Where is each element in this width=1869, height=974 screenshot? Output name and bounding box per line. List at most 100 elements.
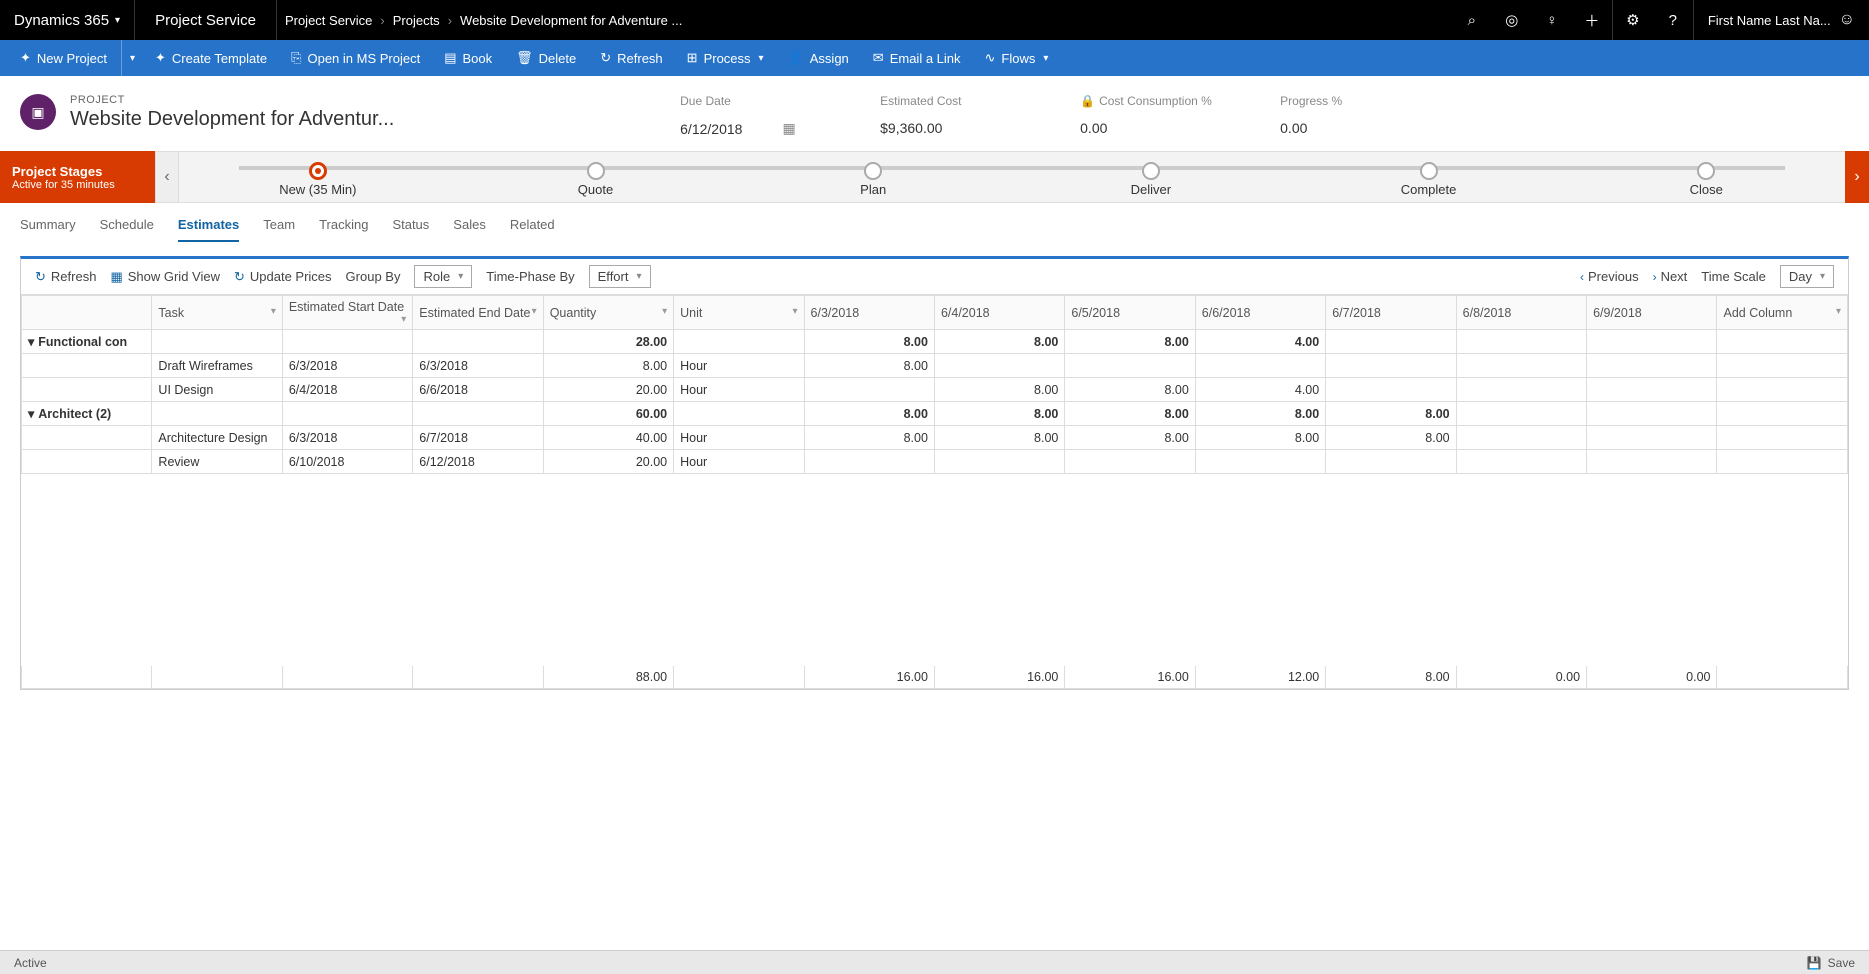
cell-day[interactable] xyxy=(1456,450,1586,474)
stage-complete[interactable]: Complete xyxy=(1290,158,1568,197)
cell-quantity[interactable]: 40.00 xyxy=(543,426,673,450)
create-template-button[interactable]: ✦Create Template xyxy=(145,40,277,76)
collapse-icon[interactable]: ▾ xyxy=(28,407,34,421)
cell-unit[interactable]: Hour xyxy=(674,378,804,402)
cell-day[interactable]: 8.00 xyxy=(1195,426,1325,450)
cell-day[interactable] xyxy=(804,450,934,474)
stage-plan[interactable]: Plan xyxy=(734,158,1012,197)
column-header-date[interactable]: 6/9/2018 xyxy=(1587,296,1717,330)
cell-day[interactable] xyxy=(1195,450,1325,474)
breadcrumb-item[interactable]: Projects xyxy=(393,13,440,28)
cell-day[interactable]: 8.00 xyxy=(1326,426,1456,450)
cell-end[interactable]: 6/7/2018 xyxy=(413,426,543,450)
cell-day[interactable] xyxy=(1587,354,1717,378)
table-row[interactable]: Draft Wireframes 6/3/2018 6/3/2018 8.00 … xyxy=(22,354,1848,378)
new-project-button[interactable]: ✦New Project xyxy=(10,40,117,76)
show-grid-view-button[interactable]: ▦Show Grid View xyxy=(110,269,220,285)
cell-day[interactable] xyxy=(934,354,1064,378)
column-header-date[interactable]: 6/7/2018 xyxy=(1326,296,1456,330)
column-header-unit[interactable]: Unit▾ xyxy=(674,296,804,330)
cell-day[interactable] xyxy=(1195,354,1325,378)
next-button[interactable]: ›Next xyxy=(1653,269,1688,284)
column-header-date[interactable]: 6/5/2018 xyxy=(1065,296,1195,330)
table-row[interactable]: UI Design 6/4/2018 6/6/2018 20.00 Hour 8… xyxy=(22,378,1848,402)
cell-day[interactable]: 8.00 xyxy=(934,378,1064,402)
target-icon[interactable]: ◎ xyxy=(1492,0,1532,40)
tab-estimates[interactable]: Estimates xyxy=(178,217,239,242)
cell-day[interactable] xyxy=(1326,450,1456,474)
book-button[interactable]: ▤Book xyxy=(434,40,502,76)
previous-button[interactable]: ‹Previous xyxy=(1580,269,1639,284)
group-row[interactable]: ▾Functional con 28.00 8.00 8.00 8.00 4.0… xyxy=(22,330,1848,354)
tab-schedule[interactable]: Schedule xyxy=(100,217,154,242)
cell-day[interactable] xyxy=(1587,426,1717,450)
cell-day[interactable]: 8.00 xyxy=(934,426,1064,450)
cell-start[interactable]: 6/3/2018 xyxy=(282,354,412,378)
cell-task[interactable]: UI Design xyxy=(152,378,282,402)
tab-tracking[interactable]: Tracking xyxy=(319,217,368,242)
cell-day[interactable]: 8.00 xyxy=(804,354,934,378)
assign-button[interactable]: 👤Assign xyxy=(778,40,859,76)
grid-refresh-button[interactable]: ↻Refresh xyxy=(35,269,96,285)
column-header-start[interactable]: Estimated Start Date▾ xyxy=(282,296,412,330)
tab-related[interactable]: Related xyxy=(510,217,555,242)
cell-day[interactable]: 8.00 xyxy=(1065,378,1195,402)
save-button[interactable]: 💾 Save xyxy=(1807,956,1855,970)
cell-day[interactable] xyxy=(1065,354,1195,378)
breadcrumb-item[interactable]: Website Development for Adventure ... xyxy=(460,13,682,28)
cell-day[interactable]: 4.00 xyxy=(1195,378,1325,402)
refresh-button[interactable]: ↻Refresh xyxy=(590,40,672,76)
delete-button[interactable]: 🗑Delete xyxy=(506,40,586,76)
group-by-select[interactable]: Role▾ xyxy=(414,265,472,288)
cell-start[interactable]: 6/4/2018 xyxy=(282,378,412,402)
cell-start[interactable]: 6/10/2018 xyxy=(282,450,412,474)
table-row[interactable]: Review 6/10/2018 6/12/2018 20.00 Hour xyxy=(22,450,1848,474)
column-header-end[interactable]: Estimated End Date▾ xyxy=(413,296,543,330)
cell-day[interactable] xyxy=(1456,354,1586,378)
column-header-add[interactable]: Add Column▾ xyxy=(1717,296,1848,330)
calendar-icon[interactable]: ▦ xyxy=(782,120,795,137)
cell-day[interactable]: 8.00 xyxy=(1065,426,1195,450)
cell-task[interactable]: Architecture Design xyxy=(152,426,282,450)
cell-day[interactable] xyxy=(1326,354,1456,378)
column-header-quantity[interactable]: Quantity▾ xyxy=(543,296,673,330)
column-header-date[interactable]: 6/6/2018 xyxy=(1195,296,1325,330)
help-icon[interactable]: ? xyxy=(1653,0,1693,40)
stage-deliver[interactable]: Deliver xyxy=(1012,158,1290,197)
cell-day[interactable] xyxy=(934,450,1064,474)
due-date-value[interactable]: 6/12/2018 xyxy=(680,121,742,137)
column-header-date[interactable]: 6/3/2018 xyxy=(804,296,934,330)
column-header-date[interactable]: 6/8/2018 xyxy=(1456,296,1586,330)
update-prices-button[interactable]: ↻Update Prices xyxy=(234,269,332,285)
cell-day[interactable] xyxy=(1456,426,1586,450)
process-button[interactable]: ⊞Process▾ xyxy=(677,40,774,76)
cell-quantity[interactable]: 20.00 xyxy=(543,378,673,402)
cell-quantity[interactable]: 20.00 xyxy=(543,450,673,474)
cell-unit[interactable]: Hour xyxy=(674,450,804,474)
new-project-dropdown[interactable]: ▾ xyxy=(121,40,141,76)
cell-day[interactable] xyxy=(1587,378,1717,402)
tab-status[interactable]: Status xyxy=(392,217,429,242)
open-ms-project-button[interactable]: ⎘Open in MS Project xyxy=(281,40,430,76)
tab-sales[interactable]: Sales xyxy=(453,217,486,242)
cell-day[interactable] xyxy=(1456,378,1586,402)
column-header-date[interactable]: 6/4/2018 xyxy=(934,296,1064,330)
cell-quantity[interactable]: 8.00 xyxy=(543,354,673,378)
user-menu[interactable]: First Name Last Na... ☺ xyxy=(1693,0,1869,40)
time-scale-select[interactable]: Day▾ xyxy=(1780,265,1834,288)
group-row[interactable]: ▾Architect (2) 60.00 8.00 8.00 8.00 8.00… xyxy=(22,402,1848,426)
stage-quote[interactable]: Quote xyxy=(457,158,735,197)
cell-end[interactable]: 6/3/2018 xyxy=(413,354,543,378)
tab-summary[interactable]: Summary xyxy=(20,217,76,242)
cell-task[interactable]: Review xyxy=(152,450,282,474)
table-row[interactable]: Architecture Design 6/3/2018 6/7/2018 40… xyxy=(22,426,1848,450)
cell-end[interactable]: 6/12/2018 xyxy=(413,450,543,474)
column-header-expand[interactable] xyxy=(22,296,152,330)
stage-next-button[interactable]: › xyxy=(1845,151,1869,203)
stage-new[interactable]: New (35 Min) xyxy=(179,158,457,197)
collapse-icon[interactable]: ▾ xyxy=(28,335,34,349)
stage-close[interactable]: Close xyxy=(1567,158,1845,197)
cell-end[interactable]: 6/6/2018 xyxy=(413,378,543,402)
gear-icon[interactable]: ⚙ xyxy=(1613,0,1653,40)
cell-day[interactable] xyxy=(1587,450,1717,474)
